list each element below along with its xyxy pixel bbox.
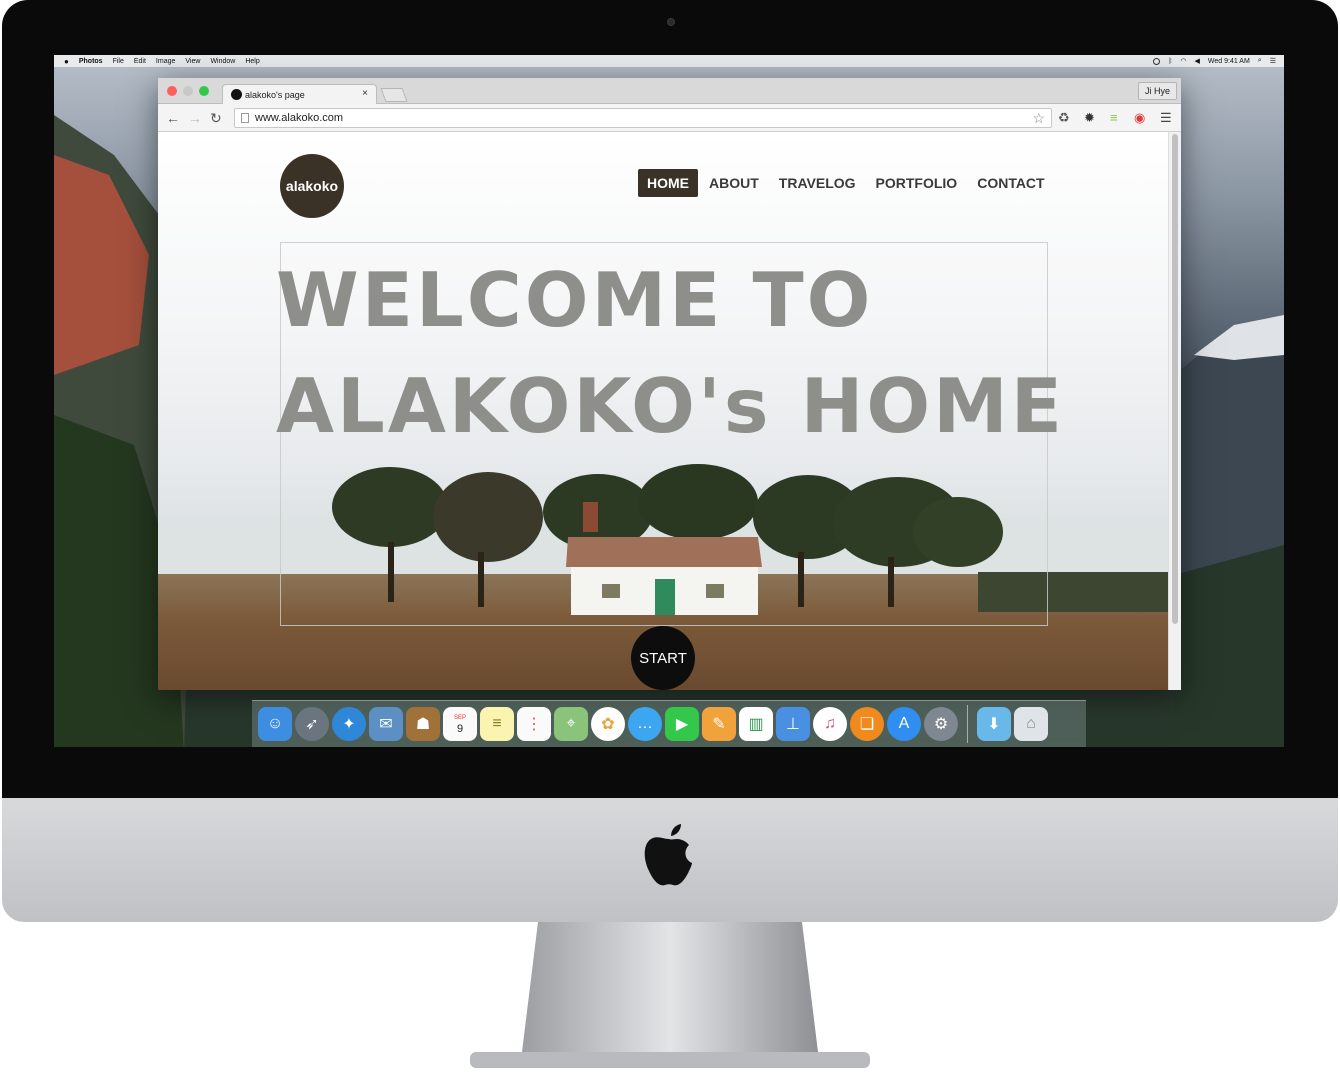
chrome-window: alakoko's page × Ji Hye ← → ↻ www.alakok… [158, 78, 1181, 690]
site-logo[interactable]: alakoko [280, 154, 344, 218]
tab-close-icon[interactable]: × [362, 88, 368, 99]
mail-icon[interactable]: ✉ [369, 707, 403, 741]
profile-button[interactable]: Ji Hye [1137, 82, 1177, 100]
ibooks-icon[interactable]: ❑ [850, 707, 884, 741]
camera-icon [667, 18, 675, 26]
apple-menu-icon[interactable]: ● [64, 57, 69, 66]
keynote-icon[interactable]: ⊥ [776, 707, 810, 741]
app-store-icon[interactable]: A [887, 707, 921, 741]
notes-icon[interactable]: ≡ [480, 707, 514, 741]
status-area: ᛒ ◠ ◀ Wed 9:41 AM ⌕ ☰ [1153, 57, 1284, 65]
address-bar[interactable]: www.alakoko.com ☆ [234, 108, 1052, 128]
gear-extension-icon[interactable]: ✹ [1084, 109, 1095, 127]
nav-contact[interactable]: CONTACT [968, 169, 1053, 197]
close-window-icon[interactable] [167, 86, 177, 96]
chrome-menu-icon[interactable]: ☰ [1160, 109, 1172, 127]
contacts-icon[interactable]: ☗ [406, 707, 440, 741]
scrollbar-thumb[interactable] [1172, 134, 1178, 624]
imac-chin [2, 798, 1338, 922]
wifi-icon[interactable]: ◠ [1180, 57, 1186, 65]
tab-alakoko[interactable]: alakoko's page × [222, 84, 377, 104]
dock-separator [967, 705, 968, 743]
bookmark-star-icon[interactable]: ☆ [1032, 110, 1045, 127]
page-scrollbar[interactable] [1168, 132, 1181, 690]
hero-title-line1: WELCOME TO [276, 256, 874, 344]
nav-travelog[interactable]: TRAVELOG [770, 169, 865, 197]
notification-center-icon[interactable]: ☰ [1270, 57, 1276, 65]
messages-icon[interactable]: … [628, 707, 662, 741]
system-preferences-icon[interactable]: ⚙ [924, 707, 958, 741]
time-machine-icon[interactable] [1153, 57, 1161, 65]
favicon-icon [231, 89, 242, 100]
launchpad-icon[interactable]: ➶ [295, 707, 329, 741]
page-icon [241, 113, 249, 123]
photos-icon[interactable]: ✿ [591, 707, 625, 741]
ladder-extension-icon[interactable]: ≡ [1110, 109, 1118, 127]
downloads-folder-icon[interactable]: ⬇ [977, 707, 1011, 741]
nav-about[interactable]: ABOUT [700, 169, 768, 197]
safari-icon[interactable]: ✦ [332, 707, 366, 741]
imac-mockup: ● Photos File Edit Image View Window Hel… [0, 0, 1340, 1080]
imac-stand [470, 922, 870, 1068]
mac-dock: ☺ ➶ ✦ ✉ ☗ SEP 9 ≡ ⋮ ⌖ ✿ … ▶ ✎ ▥ ⊥ ♫ ❑ A … [252, 700, 1086, 747]
menu-image[interactable]: Image [156, 58, 175, 65]
menu-window[interactable]: Window [210, 58, 235, 65]
spotlight-icon[interactable]: ⌕ [1258, 57, 1262, 65]
browser-toolbar: ← → ↻ www.alakoko.com ☆ ♻ ✹ ≡ ◉ ☰ [158, 104, 1181, 132]
desktop-screen: ● Photos File Edit Image View Window Hel… [54, 55, 1284, 747]
menu-app-name[interactable]: Photos [79, 58, 103, 65]
reminders-icon[interactable]: ⋮ [517, 707, 551, 741]
pages-icon[interactable]: ✎ [702, 707, 736, 741]
menu-clock[interactable]: Wed 9:41 AM [1208, 58, 1250, 65]
minimize-window-icon[interactable] [183, 86, 193, 96]
reload-icon[interactable]: ↻ [210, 109, 222, 127]
opera-extension-icon[interactable]: ◉ [1134, 109, 1145, 127]
forward-icon[interactable]: → [188, 109, 202, 127]
menu-file[interactable]: File [113, 58, 124, 65]
trash-icon[interactable]: ⌂ [1014, 707, 1048, 741]
url-text: www.alakoko.com [255, 112, 344, 124]
recycle-extension-icon[interactable]: ♻ [1058, 109, 1070, 127]
maps-icon[interactable]: ⌖ [554, 707, 588, 741]
nav-home[interactable]: HOME [638, 169, 698, 197]
alakoko-webpage: alakoko HOME ABOUT TRAVELOG PORTFOLIO CO… [158, 132, 1168, 690]
mac-menu-bar: ● Photos File Edit Image View Window Hel… [54, 55, 1284, 67]
nav-portfolio[interactable]: PORTFOLIO [867, 169, 967, 197]
itunes-icon[interactable]: ♫ [813, 707, 847, 741]
tab-strip: alakoko's page × Ji Hye [158, 78, 1181, 104]
zoom-window-icon[interactable] [199, 86, 209, 96]
menu-help[interactable]: Help [245, 58, 259, 65]
volume-icon[interactable]: ◀ [1195, 57, 1200, 65]
calendar-icon[interactable]: SEP 9 [443, 707, 477, 741]
site-nav: HOME ABOUT TRAVELOG PORTFOLIO CONTACT [638, 169, 1056, 197]
tab-title: alakoko's page [245, 89, 305, 100]
back-icon[interactable]: ← [166, 109, 180, 127]
numbers-icon[interactable]: ▥ [739, 707, 773, 741]
menu-edit[interactable]: Edit [134, 58, 146, 65]
calendar-day: 9 [456, 723, 464, 735]
start-button[interactable]: START [631, 626, 695, 690]
new-tab-button[interactable] [380, 88, 408, 102]
mountain-wallpaper-right [1174, 315, 1284, 747]
apple-logo-icon [644, 824, 692, 886]
menu-view[interactable]: View [185, 58, 200, 65]
bluetooth-icon[interactable]: ᛒ [1168, 58, 1172, 65]
facetime-icon[interactable]: ▶ [665, 707, 699, 741]
hero-title-line2: ALAKOKO's HOME [276, 362, 1065, 450]
finder-icon[interactable]: ☺ [258, 707, 292, 741]
